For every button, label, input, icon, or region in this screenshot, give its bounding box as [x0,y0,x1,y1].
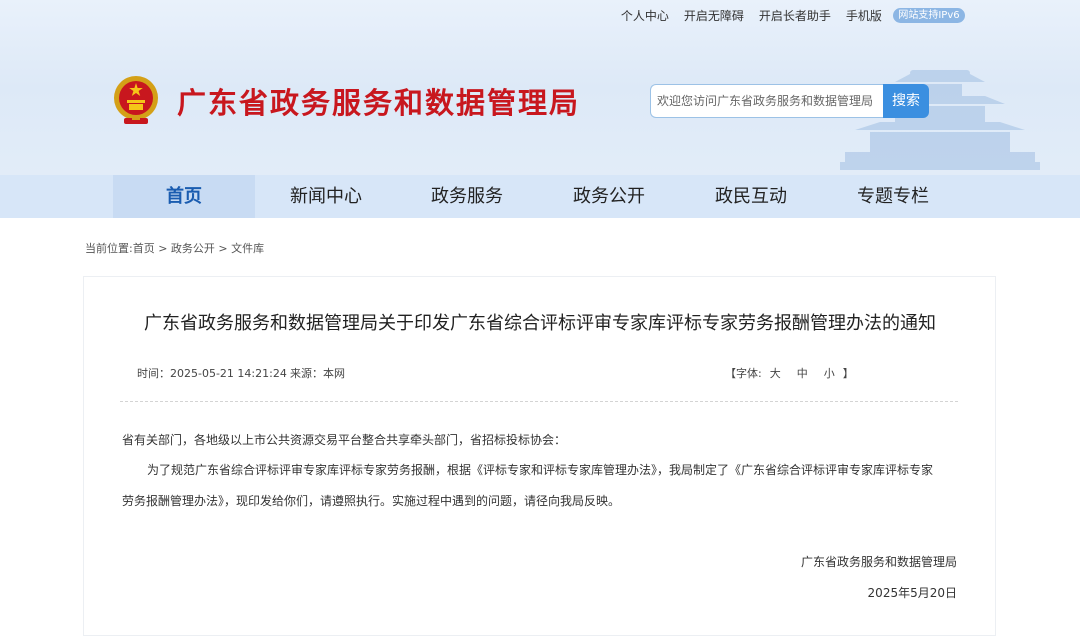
personal-center-link[interactable]: 个人中心 [621,7,669,24]
font-size-small-button[interactable]: 小 [824,367,835,380]
site-title[interactable]: 广东省政务服务和数据管理局 [177,80,580,122]
breadcrumb[interactable]: 当前位置:首页 > 政务公开 > 文件库 [85,240,264,256]
main-navigation: 首页 新闻中心 政务服务 政务公开 政民互动 专题专栏 [0,175,1080,218]
article-source: 来源：本网 [290,367,345,380]
font-size-label: 【字体: [725,367,762,380]
meta-divider [120,401,958,402]
font-size-large-button[interactable]: 大 [770,367,781,380]
signature-date: 2025年5月20日 [867,586,957,600]
mobile-version-link[interactable]: 手机版 [846,7,882,24]
nav-government-affairs-disclosure[interactable]: 政务公开 [538,175,680,218]
elder-assistant-link[interactable]: 开启长者助手 [759,7,831,24]
accessibility-link[interactable]: 开启无障碍 [684,7,744,24]
search-input[interactable]: 欢迎您访问广东省政务服务和数据管理局 [650,84,883,118]
nav-news-center[interactable]: 新闻中心 [255,175,397,218]
ipv6-badge: 网站支持IPv6 [893,8,965,23]
nav-special-topics[interactable]: 专题专栏 [822,175,964,218]
font-size-close-bracket: 】 [842,367,854,380]
nav-home[interactable]: 首页 [113,175,255,218]
building-watermark-icon [840,70,1040,170]
body-paragraph-line-2: 劳务报酬管理办法》，现印发给你们，请遵照执行。实施过程中遇到的问题，请径向我局反… [122,494,621,508]
body-paragraph-line-1: 为了规范广东省综合评标评审专家库评标专家劳务报酬，根据《评标专家和评标专家库管理… [147,463,934,477]
article-title: 广东省政务服务和数据管理局关于印发广东省综合评标评审专家库评标专家劳务报酬管理办… [144,313,936,334]
signature-organization: 广东省政务服务和数据管理局 [800,555,957,569]
search-button[interactable]: 搜索 [883,84,929,118]
nav-public-interaction[interactable]: 政民互动 [680,175,822,218]
font-size-medium-button[interactable]: 中 [797,367,808,380]
national-emblem-icon [114,76,158,124]
font-size-control: 【字体: 大 中 小】 [725,365,854,381]
publish-time: 时间：2025-05-21 14:21:24 [137,367,287,380]
salutation: 省有关部门，各地级以上市公共资源交易平台整合共享牵头部门，省招标投标协会： [122,433,567,447]
nav-government-services[interactable]: 政务服务 [396,175,538,218]
